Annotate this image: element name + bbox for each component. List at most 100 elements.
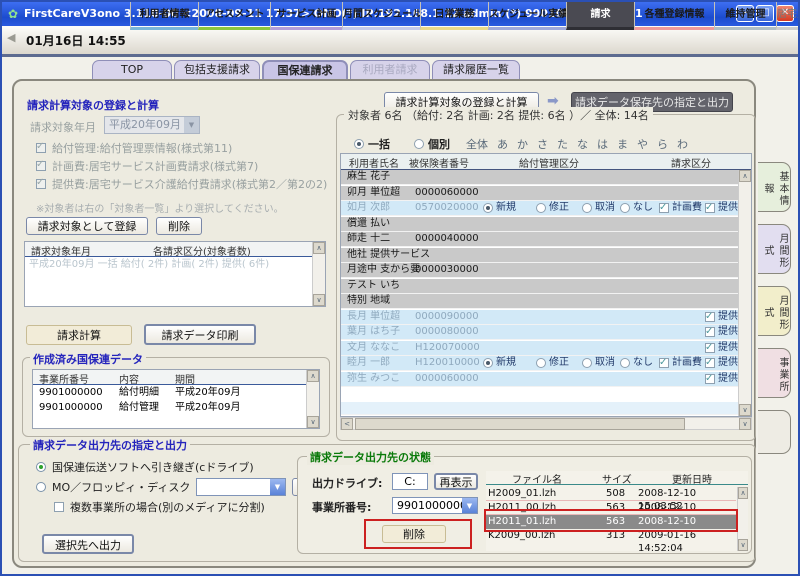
split-media-checkbox[interactable] bbox=[54, 502, 64, 512]
kana-sa[interactable]: さ bbox=[537, 136, 548, 152]
table-row[interactable]: 麻生 花子 bbox=[341, 170, 739, 185]
subtab-rireki[interactable]: 請求履歴一覧 bbox=[432, 60, 520, 80]
scroll-down-icon[interactable]: ∨ bbox=[739, 404, 751, 416]
kana-a[interactable]: あ bbox=[497, 136, 508, 152]
table-row[interactable]: テスト いち bbox=[341, 279, 739, 294]
month-list-row[interactable]: 平成20年09月 一括 給付( 2件) 計画( 2件) 提供( 6件) bbox=[25, 258, 311, 273]
kyufu-checkbox[interactable] bbox=[36, 143, 46, 153]
nav-tab-registration[interactable]: 各種登録情報 bbox=[634, 2, 714, 30]
file-table-scrollbar[interactable]: ∧ ∨ bbox=[737, 487, 748, 551]
output-to-selected-button[interactable]: 選択先へ出力 bbox=[42, 534, 134, 554]
nav-tab-monthly-schedule[interactable]: 月間スケジュール bbox=[342, 2, 420, 30]
nav-tab-maintenance[interactable]: 維持管理 bbox=[714, 2, 776, 30]
kana-all[interactable]: 全体 bbox=[466, 136, 488, 152]
back-arrow-icon[interactable]: ◀ bbox=[7, 31, 15, 44]
subtab-hokatsu[interactable]: 包括支援請求 bbox=[174, 60, 260, 80]
scroll-left-icon[interactable]: < bbox=[341, 418, 353, 430]
target-month-list[interactable]: 請求対象年月 各請求区分(対象者数) 平成20年09月 一括 給付( 2件) 計… bbox=[24, 241, 326, 307]
plan-fee-checkbox[interactable] bbox=[659, 203, 669, 213]
created-list-scrollbar[interactable]: ∧ ∨ bbox=[306, 370, 319, 428]
kokuhoren-transfer-radio[interactable] bbox=[36, 462, 46, 472]
side-tab-monthly-format-2[interactable]: 月間形式 bbox=[758, 286, 791, 336]
targets-table-scrollbar[interactable]: ∧ ∨ bbox=[738, 170, 751, 416]
table-row[interactable]: 弥生 みつこ0000060000 提供費 bbox=[341, 372, 739, 387]
kana-ma[interactable]: ま bbox=[617, 136, 628, 152]
cancel-radio[interactable] bbox=[582, 203, 592, 213]
table-row[interactable]: 月途中 支から要0000030000 bbox=[341, 263, 739, 278]
table-row[interactable]: 9901000000 給付管理 平成20年09月 bbox=[33, 401, 305, 416]
plan-fee-checkbox[interactable] bbox=[659, 358, 669, 368]
kana-ra[interactable]: ら bbox=[657, 136, 668, 152]
new-radio[interactable] bbox=[483, 203, 493, 213]
target-month-combo[interactable]: 平成20年09月▼ bbox=[104, 116, 200, 134]
drive-input[interactable]: C: bbox=[392, 473, 428, 490]
table-row[interactable]: 他社 提供サービス bbox=[341, 248, 739, 263]
table-row[interactable]: K2009_00.lzh 313 2009-01-16 14:52:04 bbox=[486, 529, 736, 543]
individual-radio[interactable] bbox=[414, 139, 424, 149]
scroll-down-icon[interactable]: ∨ bbox=[313, 294, 325, 306]
subtab-kokuhoren-active[interactable]: 国保連請求 bbox=[262, 60, 348, 80]
nav-tab-riyosha[interactable]: 利用者情報 bbox=[130, 2, 198, 30]
table-row[interactable]: 長月 単位超0000090000 提供費 bbox=[341, 310, 739, 325]
scroll-right-icon[interactable]: ∨ bbox=[739, 418, 751, 430]
print-data-button[interactable]: 請求データ印刷 bbox=[144, 324, 256, 345]
none-radio[interactable] bbox=[620, 358, 630, 368]
created-data-list[interactable]: 事業所番号 内容 期間 9901000000 給付明細 平成20年09月 990… bbox=[32, 369, 320, 429]
fix-radio[interactable] bbox=[536, 358, 546, 368]
kana-wa[interactable]: わ bbox=[677, 136, 688, 152]
table-row[interactable]: 特別 地域 bbox=[341, 294, 739, 309]
none-radio[interactable] bbox=[620, 203, 630, 213]
scroll-up-icon[interactable]: ∧ bbox=[739, 170, 751, 182]
scroll-thumb[interactable] bbox=[355, 418, 685, 430]
mo-floppy-radio[interactable] bbox=[36, 482, 46, 492]
side-tab-empty[interactable] bbox=[758, 410, 791, 454]
scroll-up-icon[interactable]: ∧ bbox=[738, 487, 748, 499]
scroll-down-icon[interactable]: ∨ bbox=[738, 539, 748, 551]
teikyo-checkbox[interactable] bbox=[36, 179, 46, 189]
provide-fee-checkbox[interactable] bbox=[705, 374, 715, 384]
table-row[interactable]: 9901000000 給付明細 平成20年09月 bbox=[33, 386, 305, 401]
keikaku-checkbox[interactable] bbox=[36, 161, 46, 171]
table-row[interactable]: 文月 ななこH120070000 提供費 bbox=[341, 341, 739, 356]
table-row[interactable]: H2011_00.lzh 563 2008-12-10 14:46:01 bbox=[486, 501, 736, 515]
batch-radio[interactable] bbox=[354, 139, 364, 149]
month-list-scrollbar[interactable]: ∧ ∨ bbox=[312, 242, 325, 306]
media-combo[interactable]: ▼ bbox=[196, 478, 286, 496]
kana-ya[interactable]: や bbox=[637, 136, 648, 152]
nav-tab-seikyu-selected[interactable]: 請求 bbox=[566, 2, 634, 30]
fix-radio[interactable] bbox=[536, 203, 546, 213]
drive-refresh-button[interactable]: 再表示 bbox=[434, 473, 478, 490]
side-tab-office[interactable]: 事業所 bbox=[758, 348, 791, 398]
register-target-button[interactable]: 請求対象として登録 bbox=[26, 217, 148, 235]
nav-tab-assessment[interactable]: アセスメント bbox=[198, 2, 270, 30]
table-row[interactable]: 償還 払い bbox=[341, 217, 739, 232]
provide-fee-checkbox[interactable] bbox=[705, 358, 715, 368]
kana-ta[interactable]: た bbox=[557, 136, 568, 152]
kana-ka[interactable]: か bbox=[517, 136, 528, 152]
subtab-top[interactable]: TOP bbox=[92, 60, 172, 80]
side-tab-monthly-format-1[interactable]: 月間形式 bbox=[758, 224, 791, 274]
delete-target-button[interactable]: 削除 bbox=[156, 217, 202, 235]
nav-tab-service-plan[interactable]: サービス計画 bbox=[270, 2, 342, 30]
table-row-selected[interactable]: H2011_01.lzh 563 2008-12-10 15:03:52 bbox=[486, 515, 736, 529]
provide-fee-checkbox[interactable] bbox=[705, 327, 715, 337]
provide-fee-checkbox[interactable] bbox=[705, 203, 715, 213]
subtab-riyosha-seikyu[interactable]: 利用者請求 bbox=[350, 60, 430, 80]
kana-ha[interactable]: は bbox=[597, 136, 608, 152]
delete-file-button[interactable]: 削除 bbox=[382, 525, 446, 543]
provide-fee-checkbox[interactable] bbox=[705, 343, 715, 353]
targets-table-hscrollbar[interactable]: < ∨ bbox=[340, 417, 752, 430]
table-row[interactable]: 如月 次郎0570020000 新規 修正 取消 なし 計画費 提供費 bbox=[341, 201, 739, 216]
provide-fee-checkbox[interactable] bbox=[705, 312, 715, 322]
table-row[interactable]: H2009_01.lzh 508 2008-12-10 15:03:52 bbox=[486, 487, 736, 501]
nav-tab-daily[interactable]: 日常業務 bbox=[420, 2, 488, 30]
side-tab-basic-info[interactable]: 基本情報 bbox=[758, 162, 791, 212]
table-row[interactable]: 葉月 はち子0000080000 提供費 bbox=[341, 325, 739, 340]
scroll-up-icon[interactable]: ∧ bbox=[307, 370, 319, 382]
kana-na[interactable]: な bbox=[577, 136, 588, 152]
nav-tab-schedule-result[interactable]: スケジュール実績 bbox=[488, 2, 566, 30]
table-row[interactable]: 師走 十二0000040000 bbox=[341, 232, 739, 247]
new-radio[interactable] bbox=[483, 358, 493, 368]
office-combo[interactable]: 9901000000▼ bbox=[392, 497, 478, 514]
table-row[interactable]: 卯月 単位超0000060000 bbox=[341, 186, 739, 201]
